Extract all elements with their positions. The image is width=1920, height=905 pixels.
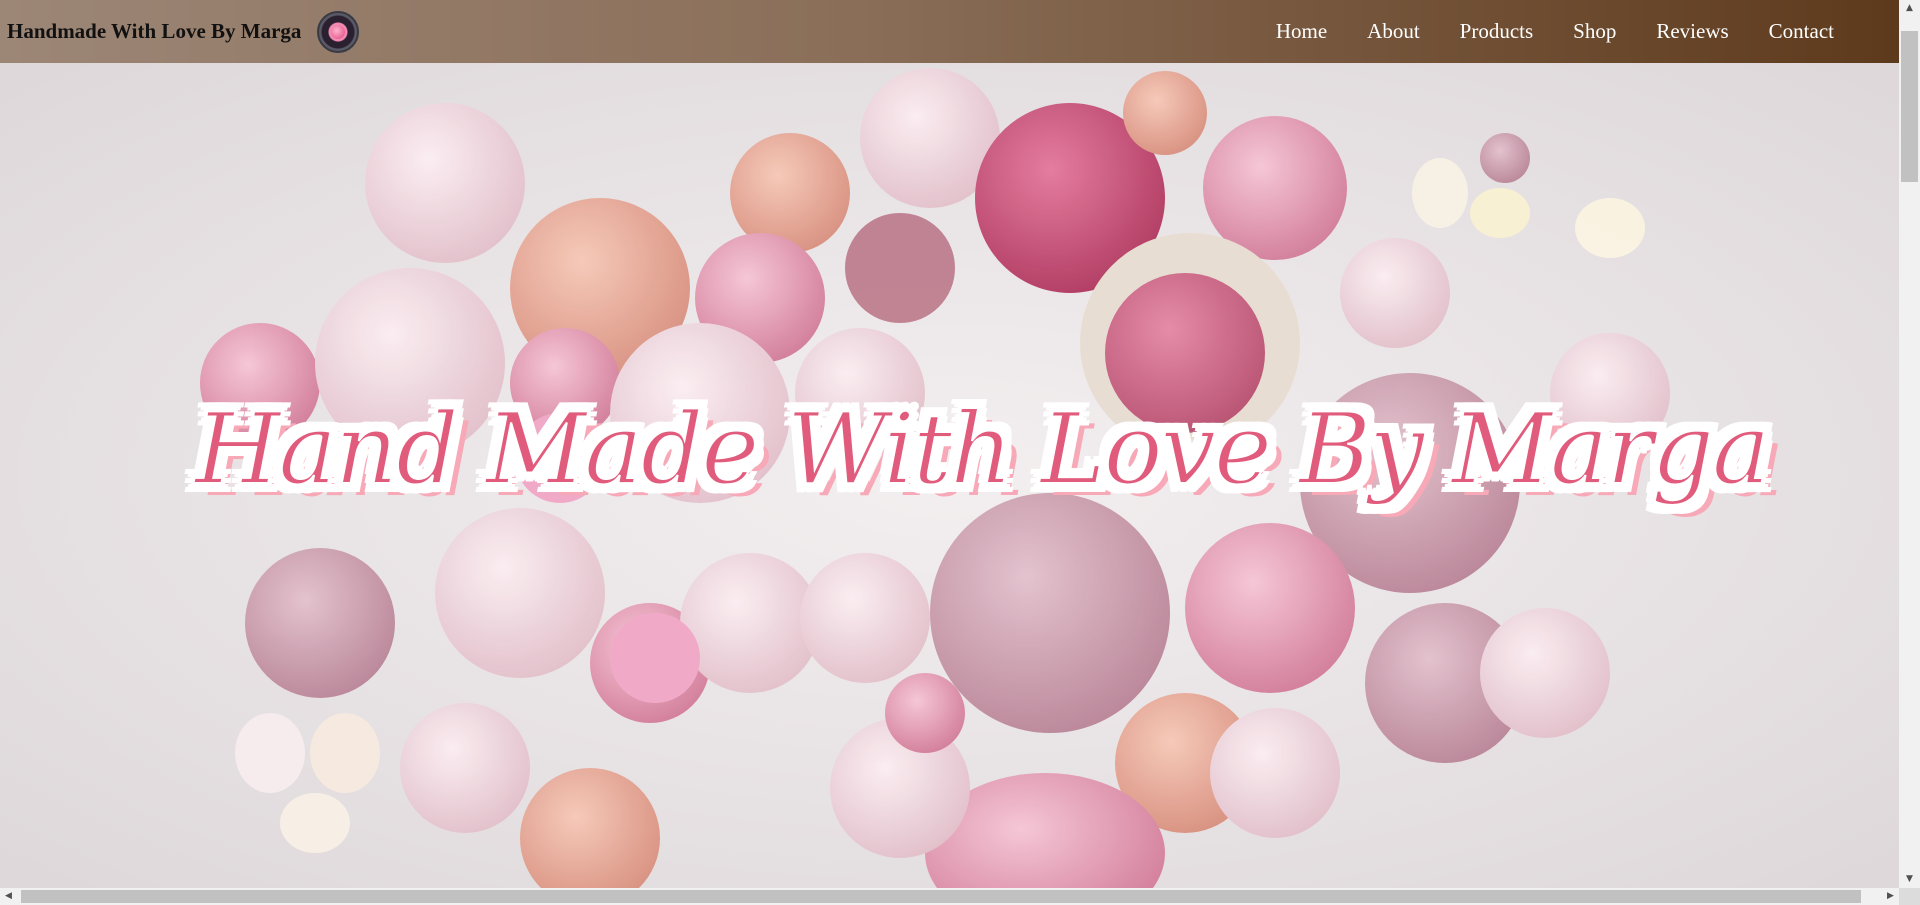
- nav-about-link[interactable]: About: [1347, 19, 1440, 44]
- yarn-ball-icon: [331, 24, 346, 39]
- nav-reviews-link[interactable]: Reviews: [1636, 19, 1748, 44]
- vertical-scrollbar[interactable]: ▲ ▼: [1899, 0, 1920, 888]
- scroll-left-arrow-icon[interactable]: ◀: [0, 888, 17, 905]
- scroll-down-arrow-icon[interactable]: ▼: [1899, 871, 1920, 888]
- hero-title: Hand Made With Love By Marga: [194, 392, 1771, 508]
- horizontal-scroll-thumb[interactable]: [21, 890, 1861, 903]
- brand-title[interactable]: Handmade With Love By Marga: [7, 19, 301, 44]
- nav-contact-link[interactable]: Contact: [1749, 19, 1854, 44]
- brand[interactable]: Handmade With Love By Marga: [7, 10, 360, 53]
- scroll-right-arrow-icon[interactable]: ▶: [1882, 888, 1899, 905]
- nav-shop-link[interactable]: Shop: [1553, 19, 1636, 44]
- nav-products-link[interactable]: Products: [1440, 19, 1554, 44]
- yarn-logo-icon[interactable]: [317, 10, 360, 53]
- horizontal-scrollbar[interactable]: ◀ ▶: [0, 888, 1899, 905]
- vertical-scroll-thumb[interactable]: [1901, 31, 1918, 182]
- scroll-up-arrow-icon[interactable]: ▲: [1899, 0, 1920, 17]
- scrollbar-corner: [1899, 888, 1920, 905]
- top-navbar: Handmade With Love By Marga Home About P…: [0, 0, 1899, 63]
- nav-home-link[interactable]: Home: [1256, 19, 1347, 44]
- nav-links: Home About Products Shop Reviews Contact: [1256, 19, 1854, 44]
- hero-section: Hand Made With Love By Marga: [0, 63, 1899, 888]
